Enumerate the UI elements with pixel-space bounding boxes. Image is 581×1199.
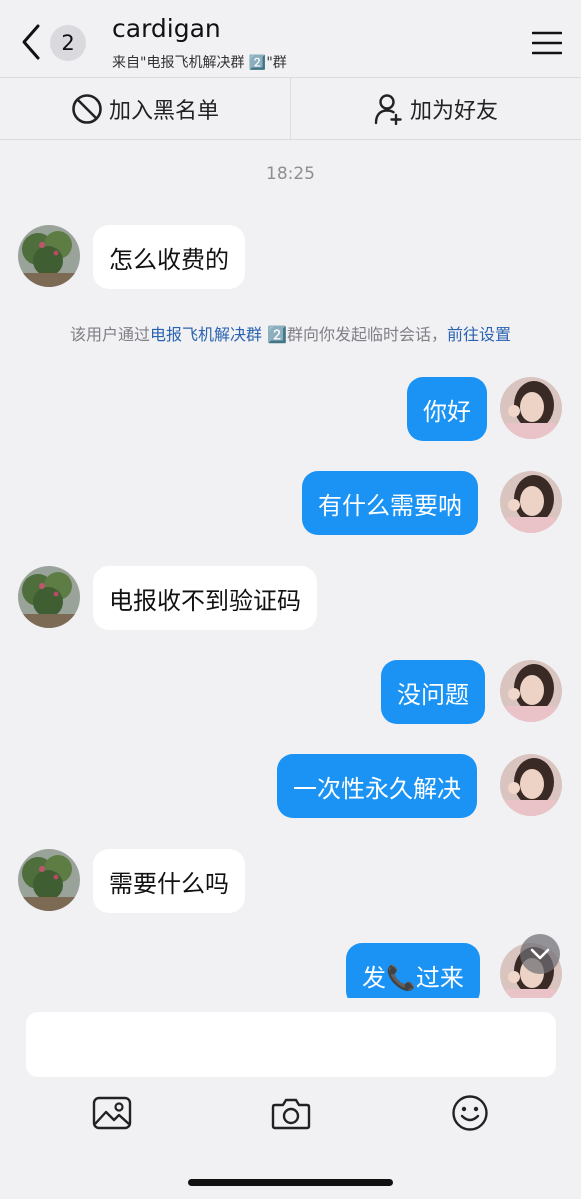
action-bar: 加入黑名单 加为好友 — [0, 78, 581, 140]
scroll-to-bottom-button[interactable] — [520, 934, 560, 974]
camera-button[interactable] — [269, 1093, 313, 1133]
chat-header: 2 cardigan 来自"电报飞机解决群 2️⃣"群 — [0, 0, 581, 78]
my-avatar[interactable] — [500, 660, 562, 722]
home-indicator[interactable] — [188, 1179, 393, 1186]
message-bubble-incoming[interactable]: 电报收不到验证码 — [93, 566, 317, 630]
message-input[interactable] — [26, 1012, 556, 1077]
message-bubble-outgoing[interactable]: 没问题 — [381, 660, 485, 724]
contact-avatar-image — [18, 849, 80, 911]
message-bubble-incoming[interactable]: 怎么收费的 — [93, 225, 245, 289]
contact-avatar-image — [18, 566, 80, 628]
message-bubble-outgoing[interactable]: 一次性永久解决 — [277, 754, 477, 818]
image-picker-button[interactable] — [90, 1093, 134, 1133]
image-icon — [92, 1096, 132, 1130]
message-bubble-outgoing[interactable]: 有什么需要呐 — [302, 471, 478, 535]
my-avatar-image — [500, 754, 562, 816]
contact-avatar[interactable] — [18, 849, 80, 911]
message-timestamp: 18:25 — [266, 164, 315, 184]
emoji-button[interactable] — [448, 1093, 492, 1133]
prohibited-icon — [72, 93, 102, 124]
block-user-button[interactable]: 加入黑名单 — [0, 78, 290, 139]
composer-bar — [0, 998, 581, 1199]
back-button[interactable] — [14, 20, 48, 64]
my-avatar[interactable] — [500, 377, 562, 439]
contact-avatar-image — [18, 225, 80, 287]
my-avatar-image — [500, 377, 562, 439]
my-avatar[interactable] — [500, 471, 562, 533]
smiley-icon — [452, 1095, 488, 1131]
camera-icon — [271, 1098, 311, 1130]
contact-avatar[interactable] — [18, 225, 80, 287]
notice-middle: 群向你发起临时会话， — [287, 325, 448, 344]
add-friend-label: 加为好友 — [409, 98, 498, 124]
chevron-down-icon — [530, 948, 550, 960]
hamburger-menu-icon — [532, 31, 562, 55]
notice-group-link[interactable]: 电报飞机解决群 2️⃣ — [150, 325, 287, 344]
go-to-settings-link[interactable]: 前往设置 — [447, 325, 511, 344]
chevron-left-icon — [22, 24, 40, 60]
block-user-label: 加入黑名单 — [108, 98, 219, 124]
message-bubble-incoming[interactable]: 需要什么吗 — [93, 849, 245, 913]
notice-prefix: 该用户通过 — [69, 325, 150, 344]
add-friend-button[interactable]: 加为好友 — [290, 78, 581, 139]
person-add-icon — [374, 93, 402, 125]
my-avatar-image — [500, 471, 562, 533]
contact-name: cardigan — [112, 14, 221, 43]
menu-button[interactable] — [531, 26, 563, 60]
message-bubble-outgoing[interactable]: 你好 — [407, 377, 487, 441]
temporary-chat-notice: 该用户通过电报飞机解决群 2️⃣群向你发起临时会话，前往设置 — [0, 321, 581, 345]
contact-avatar[interactable] — [18, 566, 80, 628]
unread-count-badge[interactable]: 2 — [50, 25, 86, 61]
my-avatar-image — [500, 660, 562, 722]
source-group-subtitle: 来自"电报飞机解决群 2️⃣"群 — [112, 55, 287, 71]
my-avatar[interactable] — [500, 754, 562, 816]
